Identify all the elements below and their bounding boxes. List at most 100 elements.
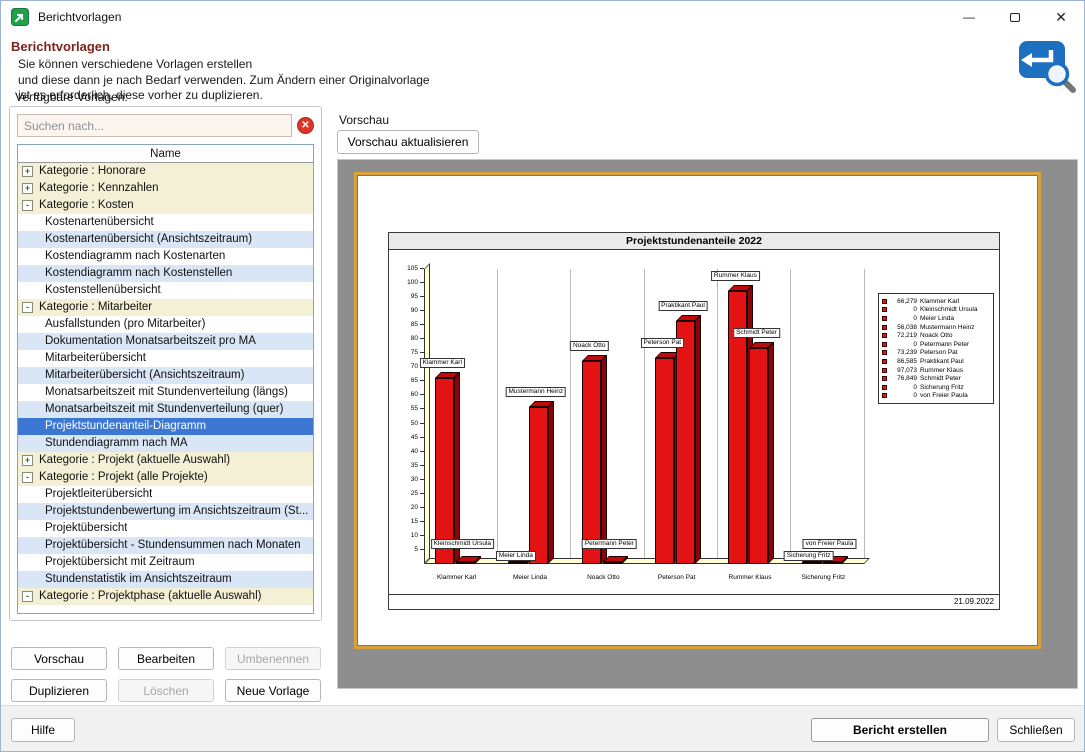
bar-front-face bbox=[802, 562, 821, 564]
collapse-icon[interactable]: - bbox=[22, 591, 33, 602]
collapse-icon[interactable]: - bbox=[22, 302, 33, 313]
chart-legend: 66,279Klammer Karl0Kleinschmidt Ursula0M… bbox=[878, 293, 994, 404]
bar-side-face bbox=[768, 342, 774, 564]
chart-footer-date: 21.09.2022 bbox=[389, 594, 999, 609]
tree-category-row[interactable]: -Kategorie : Mitarbeiter bbox=[18, 299, 313, 316]
tree-item-row[interactable]: Monatsarbeitszeit mit Stundenverteilung … bbox=[18, 401, 313, 418]
tree-category-row[interactable]: -Kategorie : Projektphase (aktuelle Ausw… bbox=[18, 588, 313, 605]
legend-name: Meier Linda bbox=[920, 315, 954, 322]
bar-name-label: Peterson Pat bbox=[641, 338, 685, 348]
tree-item-row[interactable]: Projektübersicht mit Zeitraum bbox=[18, 554, 313, 571]
tree-item-row[interactable]: Kostenartenübersicht bbox=[18, 214, 313, 231]
minimize-button[interactable]: — bbox=[946, 1, 992, 33]
template-row-label: Projektleiterübersicht bbox=[45, 486, 152, 503]
legend-color-swatch bbox=[882, 316, 887, 321]
expand-icon[interactable]: + bbox=[22, 183, 33, 194]
preview-label: Vorschau bbox=[339, 113, 389, 127]
bearbeiten-button[interactable]: Bearbeiten bbox=[118, 647, 214, 670]
bar-side-face bbox=[601, 355, 607, 564]
collapse-icon[interactable]: - bbox=[22, 200, 33, 211]
clear-search-button[interactable]: ✕ bbox=[297, 117, 314, 134]
legend-value: 76,849 bbox=[889, 375, 917, 382]
y-axis-label: 5 bbox=[397, 546, 418, 554]
bar-name-label: Noack Otto bbox=[570, 341, 609, 351]
tree-item-row[interactable]: Mitarbeiterübersicht bbox=[18, 350, 313, 367]
tree-item-row[interactable]: Monatsarbeitszeit mit Stundenverteilung … bbox=[18, 384, 313, 401]
chart-bar bbox=[456, 562, 475, 564]
tree-item-row[interactable]: Projektleiterübersicht bbox=[18, 486, 313, 503]
bar-front-face bbox=[435, 378, 454, 564]
close-button[interactable]: ✕ bbox=[1038, 1, 1084, 33]
chart-bar bbox=[749, 348, 768, 564]
title-bar: Berichtvorlagen — ✕ bbox=[1, 1, 1084, 33]
template-row-label: Monatsarbeitszeit mit Stundenverteilung … bbox=[45, 401, 283, 418]
tree-item-row[interactable]: Projektstundenbewertung im Ansichtszeitr… bbox=[18, 503, 313, 520]
chart-bar bbox=[508, 562, 527, 564]
tree-item-row[interactable]: Projektstundenanteil-Diagramm bbox=[18, 418, 313, 435]
clear-icon: ✕ bbox=[301, 120, 309, 131]
chart-gridline bbox=[717, 269, 718, 564]
tree-item-row[interactable]: Projektübersicht - Stundensummen nach Mo… bbox=[18, 537, 313, 554]
bericht-erstellen-button[interactable]: Bericht erstellen bbox=[811, 718, 989, 742]
tree-item-row[interactable]: Kostenartenübersicht (Ansichtszeitraum) bbox=[18, 231, 313, 248]
tree-category-row[interactable]: -Kategorie : Kosten bbox=[18, 197, 313, 214]
duplizieren-button[interactable]: Duplizieren bbox=[11, 679, 107, 702]
y-axis-label: 105 bbox=[397, 265, 418, 273]
tree-category-row[interactable]: +Kategorie : Honorare bbox=[18, 163, 313, 180]
chart-gridline bbox=[790, 269, 791, 564]
legend-name: Peterson Pat bbox=[920, 349, 958, 356]
y-axis-tick bbox=[420, 493, 424, 494]
y-axis-tick bbox=[420, 521, 424, 522]
y-axis-tick bbox=[420, 296, 424, 297]
bar-front-face bbox=[456, 562, 475, 564]
y-axis-tick bbox=[420, 437, 424, 438]
legend-entry: 73,239Peterson Pat bbox=[881, 349, 991, 358]
hilfe-button[interactable]: Hilfe bbox=[11, 718, 75, 742]
tree-category-row[interactable]: +Kategorie : Projekt (aktuelle Auswahl) bbox=[18, 452, 313, 469]
tree-item-row[interactable]: Projektübersicht bbox=[18, 520, 313, 537]
y-axis-tick bbox=[420, 423, 424, 424]
tree-item-row[interactable]: Kostendiagramm nach Kostenstellen bbox=[18, 265, 313, 282]
collapse-icon[interactable]: - bbox=[22, 472, 33, 483]
legend-entry: 72,219Noack Otto bbox=[881, 331, 991, 340]
search-input[interactable] bbox=[17, 114, 292, 137]
template-row-label: Kategorie : Kosten bbox=[39, 197, 134, 214]
neue-vorlage-button[interactable]: Neue Vorlage bbox=[225, 679, 321, 702]
vorschau-button[interactable]: Vorschau bbox=[11, 647, 107, 670]
refresh-preview-button[interactable]: Vorschau aktualisieren bbox=[337, 130, 479, 154]
chart-gridline bbox=[570, 269, 571, 564]
legend-entry: 0Petermann Peter bbox=[881, 340, 991, 349]
chart-bar bbox=[603, 562, 622, 564]
y-axis-label: 85 bbox=[397, 321, 418, 329]
legend-entry: 97,073Rummer Klaus bbox=[881, 366, 991, 375]
legend-name: Sicherung Fritz bbox=[920, 384, 964, 391]
template-row-label: Kostenstellenübersicht bbox=[45, 282, 161, 299]
tree-item-row[interactable]: Stundendiagramm nach MA bbox=[18, 435, 313, 452]
legend-color-swatch bbox=[882, 393, 887, 398]
legend-entry: 0Kleinschmidt Ursula bbox=[881, 306, 991, 315]
window-title: Berichtvorlagen bbox=[38, 10, 121, 24]
tree-item-row[interactable]: Mitarbeiterübersicht (Ansichtszeitraum) bbox=[18, 367, 313, 384]
legend-name: Schmidt Peter bbox=[920, 375, 961, 382]
x-axis-label: Peterson Pat bbox=[658, 574, 696, 581]
tree-category-row[interactable]: +Kategorie : Kennzahlen bbox=[18, 180, 313, 197]
report-preview-icon bbox=[1014, 39, 1076, 95]
expand-icon[interactable]: + bbox=[22, 455, 33, 466]
tree-item-row[interactable]: Kostenstellenübersicht bbox=[18, 282, 313, 299]
y-axis-tick bbox=[420, 451, 424, 452]
loeschen-button[interactable]: Löschen bbox=[118, 679, 214, 702]
y-axis-tick bbox=[420, 380, 424, 381]
tree-category-row[interactable]: -Kategorie : Projekt (alle Projekte) bbox=[18, 469, 313, 486]
template-list: Name +Kategorie : Honorare+Kategorie : K… bbox=[17, 144, 314, 614]
bar-name-label: Sicherung Fritz bbox=[784, 551, 834, 561]
tree-item-row[interactable]: Dokumentation Monatsarbeitszeit pro MA bbox=[18, 333, 313, 350]
tree-item-row[interactable]: Kostendiagramm nach Kostenarten bbox=[18, 248, 313, 265]
tree-item-row[interactable]: Stundenstatistik im Ansichtszeitraum bbox=[18, 571, 313, 588]
legend-color-swatch bbox=[882, 299, 887, 304]
maximize-button[interactable] bbox=[992, 1, 1038, 33]
schliessen-button[interactable]: Schließen bbox=[997, 718, 1075, 742]
expand-icon[interactable]: + bbox=[22, 166, 33, 177]
legend-color-swatch bbox=[882, 359, 887, 364]
tree-item-row[interactable]: Ausfallstunden (pro Mitarbeiter) bbox=[18, 316, 313, 333]
umbenennen-button[interactable]: Umbenennen bbox=[225, 647, 321, 670]
